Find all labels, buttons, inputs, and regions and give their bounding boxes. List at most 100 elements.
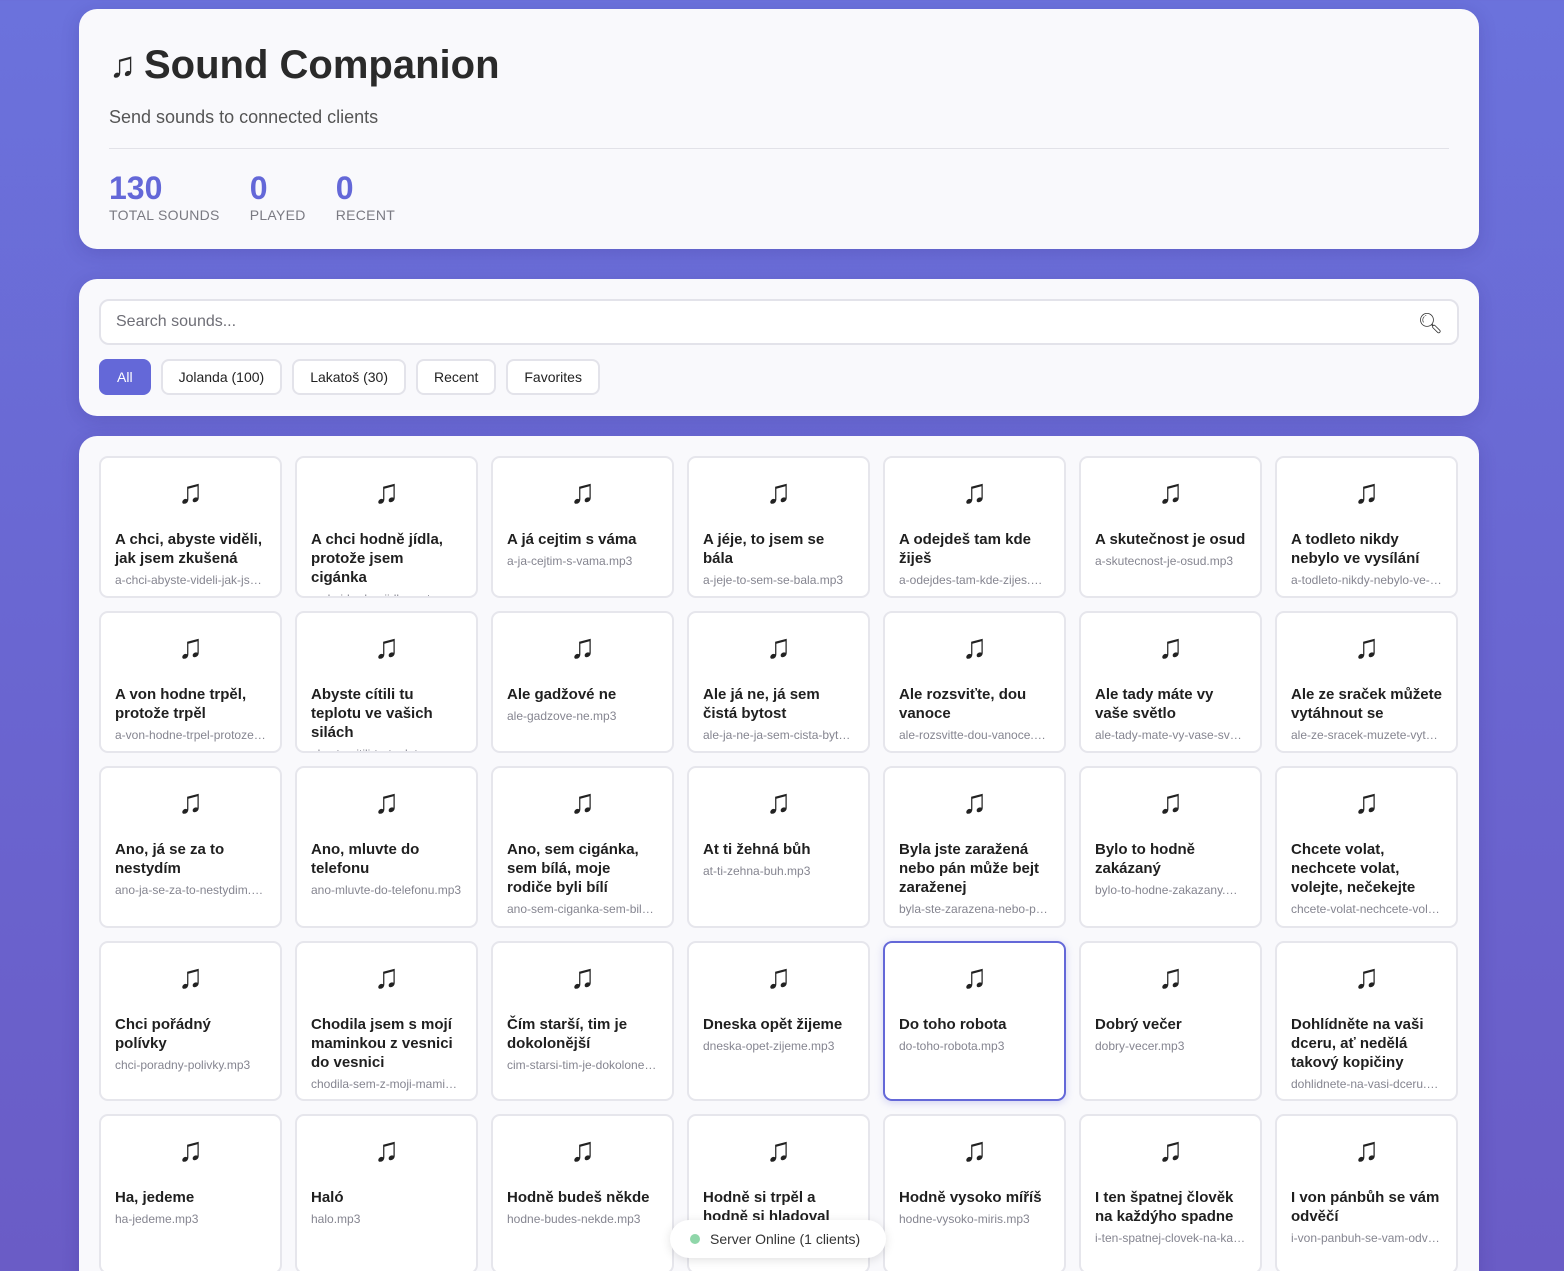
sound-name: A von hodne trpěl, protože trpěl <box>115 686 247 722</box>
sound-card[interactable]: ♫ Dneska opět žijeme dneska-opet-zijeme.mp… <box>687 941 870 1101</box>
sound-filename: chcete-volat-nechcete-volat.mp3 <box>1291 902 1442 916</box>
sound-card[interactable]: ♫ Ale rozsviťte, dou vanoce ale-rozsvitte-… <box>883 611 1066 753</box>
filter-lakatos[interactable]: Lakatoš (30) <box>292 359 407 395</box>
sound-card[interactable]: ♫ Hodně budeš někde hodne-budes-nekde.mp3 <box>491 1114 674 1271</box>
sound-card[interactable]: ♫ A odejdeš tam kde žiješ a-odejdes-tam-kd… <box>883 456 1066 598</box>
music-note-icon: ♫ <box>177 628 204 666</box>
sound-card[interactable]: ♫ I von pánbůh se vám odvěčí i-von-panbuh-… <box>1275 1114 1458 1271</box>
sound-card[interactable]: ♫ Dobrý večer dobry-vecer.mp3 <box>1079 941 1262 1101</box>
sound-filename: halo.mp3 <box>311 1212 361 1226</box>
sound-name: A chci hodně jídla, protože jsem cigánka <box>311 531 443 586</box>
sound-card[interactable]: ♫ At ti žehná bůh at-ti-zehna-buh.mp3 <box>687 766 870 928</box>
sound-filename: hodne-budes-nekde.mp3 <box>507 1212 641 1226</box>
sound-name: I von pánbůh se vám odvěčí <box>1291 1189 1440 1225</box>
filter-favorites[interactable]: Favorites <box>506 359 600 395</box>
sound-filename: dohlidnete-na-vasi-dceru.mp3 <box>1291 1077 1442 1091</box>
filter-all[interactable]: All <box>99 359 151 395</box>
sound-filename: ale-ze-sracek-muzete-vytahnout-se.mp3 <box>1291 728 1442 742</box>
sound-card[interactable]: ♫ Ale tady máte vy vaše světlo ale-tady-ma… <box>1079 611 1262 753</box>
sound-card[interactable]: ♫ Čím starší, tim je dokolonější cim-stars… <box>491 941 674 1101</box>
music-note-icon: ♫ <box>961 628 988 666</box>
sound-card[interactable]: ♫ A skutečnost je osud a-skutecnost-je-osu… <box>1079 456 1262 598</box>
music-note-icon: ♫ <box>177 783 204 821</box>
app-title-text: Sound Companion <box>144 42 500 87</box>
sound-card[interactable]: ♫ I ten špatnej člověk na každýho spadne i… <box>1079 1114 1262 1271</box>
sound-filename: ano-sem-ciganka-sem-bila.mp3 <box>507 902 658 916</box>
sound-card[interactable]: ♫ A chci, abyste viděli, jak jsem zkušená… <box>99 456 282 598</box>
sound-card[interactable]: ♫ Ha, jedeme ha-jedeme.mp3 <box>99 1114 282 1271</box>
music-note-icon: ♫ <box>569 1131 596 1169</box>
sound-filename: ano-mluvte-do-telefonu.mp3 <box>311 883 462 897</box>
sound-name: Ale já ne, já sem čistá bytost <box>703 686 820 722</box>
music-note-icon: ♫ <box>1157 628 1184 666</box>
sound-name: Čím starší, tim je dokolonější <box>507 1016 628 1052</box>
sound-grid-panel: ♫ A chci, abyste viděli, jak jsem zkušená… <box>79 436 1479 1271</box>
sound-filename: chci-poradny-polivky.mp3 <box>115 1058 251 1072</box>
filter-tabs: All Jolanda (100) Lakatoš (30) Recent Fa… <box>99 359 1459 395</box>
sound-filename: a-von-hodne-trpel-protoze-trpel.mp3 <box>115 728 266 742</box>
sound-filename: dneska-opet-zijeme.mp3 <box>703 1039 835 1053</box>
sound-name: Ano, mluvte do telefonu <box>311 841 420 877</box>
music-note-icon: ♫ <box>569 783 596 821</box>
filter-recent[interactable]: Recent <box>416 359 497 395</box>
sound-name: Byla jste zaražená nebo pán může bejt za… <box>899 841 1040 896</box>
sound-filename: ano-ja-se-za-to-nestydim.mp3 <box>115 883 266 897</box>
stat-label: PLAYED <box>249 207 306 223</box>
music-note-icon: ♫ <box>1353 783 1380 821</box>
search-icon[interactable]: 🔍︎ <box>1418 311 1443 336</box>
sound-card[interactable]: ♫ Do toho robota do-toho-robota.mp3 <box>883 941 1066 1101</box>
sound-name: Abyste cítili tu teplotu ve vašich silác… <box>311 686 433 741</box>
sound-name: Chcete volat, nechcete volat, volejte, n… <box>1291 841 1416 896</box>
sound-name: Bylo to hodně zakázaný <box>1095 841 1195 877</box>
sound-card[interactable]: ♫ Chci pořádný polívky chci-poradny-polivk… <box>99 941 282 1101</box>
stats-row: 130 TOTAL SOUNDS 0 PLAYED 0 RECENT <box>109 171 1449 223</box>
sound-name: Dohlídněte na vaši dceru, ať nedělá tako… <box>1291 1016 1424 1071</box>
stat-value: 0 <box>249 170 268 206</box>
sound-card[interactable]: ♫ Ano, mluvte do telefonu ano-mluvte-do-te… <box>295 766 478 928</box>
sound-name: Hodně budeš někde <box>507 1189 650 1206</box>
sound-card[interactable]: ♫ Ale ze sraček můžete vytáhnout se ale-ze… <box>1275 611 1458 753</box>
sound-filename: a-jeje-to-sem-se-bala.mp3 <box>703 573 844 587</box>
sound-name: Ano, sem cigánka, sem bílá, moje rodiče … <box>507 841 639 896</box>
sound-card[interactable]: ♫ Chcete volat, nechcete volat, volejte, … <box>1275 766 1458 928</box>
sound-filename: dobry-vecer.mp3 <box>1095 1039 1185 1053</box>
music-note-icon: ♫ <box>1353 628 1380 666</box>
sound-card[interactable]: ♫ A já cejtim s váma a-ja-cejtim-s-vama.mp… <box>491 456 674 598</box>
sound-card[interactable]: ♫ Byla jste zaražená nebo pán může bejt z… <box>883 766 1066 928</box>
music-note-icon: ♫ <box>1353 473 1380 511</box>
sound-name: Haló <box>311 1189 344 1206</box>
sound-name: Ale gadžové ne <box>507 686 617 703</box>
music-note-icon: ♫ <box>961 783 988 821</box>
music-note-icon: ♫ <box>373 628 400 666</box>
sound-filename: a-chci-abyste-videli-jak-jsem-zkusena.mp… <box>115 573 266 587</box>
sound-filename: a-chci-hodne-jidla-protoze-jsem-ciganka.… <box>311 591 462 596</box>
sound-card[interactable]: ♫ Ale gadžové ne ale-gadzove-ne.mp3 <box>491 611 674 753</box>
sound-card[interactable]: ♫ Haló halo.mp3 <box>295 1114 478 1271</box>
sound-card[interactable]: ♫ Abyste cítili tu teplotu ve vašich silá… <box>295 611 478 753</box>
sound-filename: do-toho-robota.mp3 <box>899 1039 1005 1053</box>
sound-filename: ale-gadzove-ne.mp3 <box>507 709 617 723</box>
music-note-icon: ♫ <box>373 1131 400 1169</box>
sound-filename: bylo-to-hodne-zakazany.mp3 <box>1095 883 1246 897</box>
sound-card[interactable]: ♫ A von hodne trpěl, protože trpěl a-von-h… <box>99 611 282 753</box>
sound-card[interactable]: ♫ Hodně vysoko míříš hodne-vysoko-miris.mp… <box>883 1114 1066 1271</box>
sound-grid: ♫ A chci, abyste viděli, jak jsem zkušená… <box>99 456 1459 1271</box>
sound-card[interactable]: ♫ Ale já ne, já sem čistá bytost ale-ja-ne… <box>687 611 870 753</box>
music-note-icon: ♫ <box>765 958 792 996</box>
sound-filename: a-ja-cejtim-s-vama.mp3 <box>507 554 633 568</box>
music-note-icon: ♫ <box>765 783 792 821</box>
sound-name: Chodila jsem s mojí maminkou z vesnici d… <box>311 1016 453 1071</box>
music-note-icon: ♫ <box>1353 958 1380 996</box>
sound-card[interactable]: ♫ A todleto nikdy nebylo ve vysílání a-tod… <box>1275 456 1458 598</box>
sound-card[interactable]: ♫ Chodila jsem s mojí maminkou z vesnici … <box>295 941 478 1101</box>
sound-card[interactable]: ♫ Bylo to hodně zakázaný bylo-to-hodne-zak… <box>1079 766 1262 928</box>
search-box: 🔍︎ <box>99 299 1459 345</box>
sound-card[interactable]: ♫ Ano, já se za to nestydím ano-ja-se-za-t… <box>99 766 282 928</box>
sound-filename: ale-ja-ne-ja-sem-cista-bytost.mp3 <box>703 728 854 742</box>
search-input[interactable] <box>101 301 1457 343</box>
sound-card[interactable]: ♫ A jéje, to jsem se bála a-jeje-to-sem-se… <box>687 456 870 598</box>
sound-card[interactable]: ♫ Dohlídněte na vaši dceru, ať nedělá tak… <box>1275 941 1458 1101</box>
filter-jolanda[interactable]: Jolanda (100) <box>160 359 283 395</box>
sound-card[interactable]: ♫ Ano, sem cigánka, sem bílá, moje rodiče… <box>491 766 674 928</box>
sound-card[interactable]: ♫ A chci hodně jídla, protože jsem cigánk… <box>295 456 478 598</box>
